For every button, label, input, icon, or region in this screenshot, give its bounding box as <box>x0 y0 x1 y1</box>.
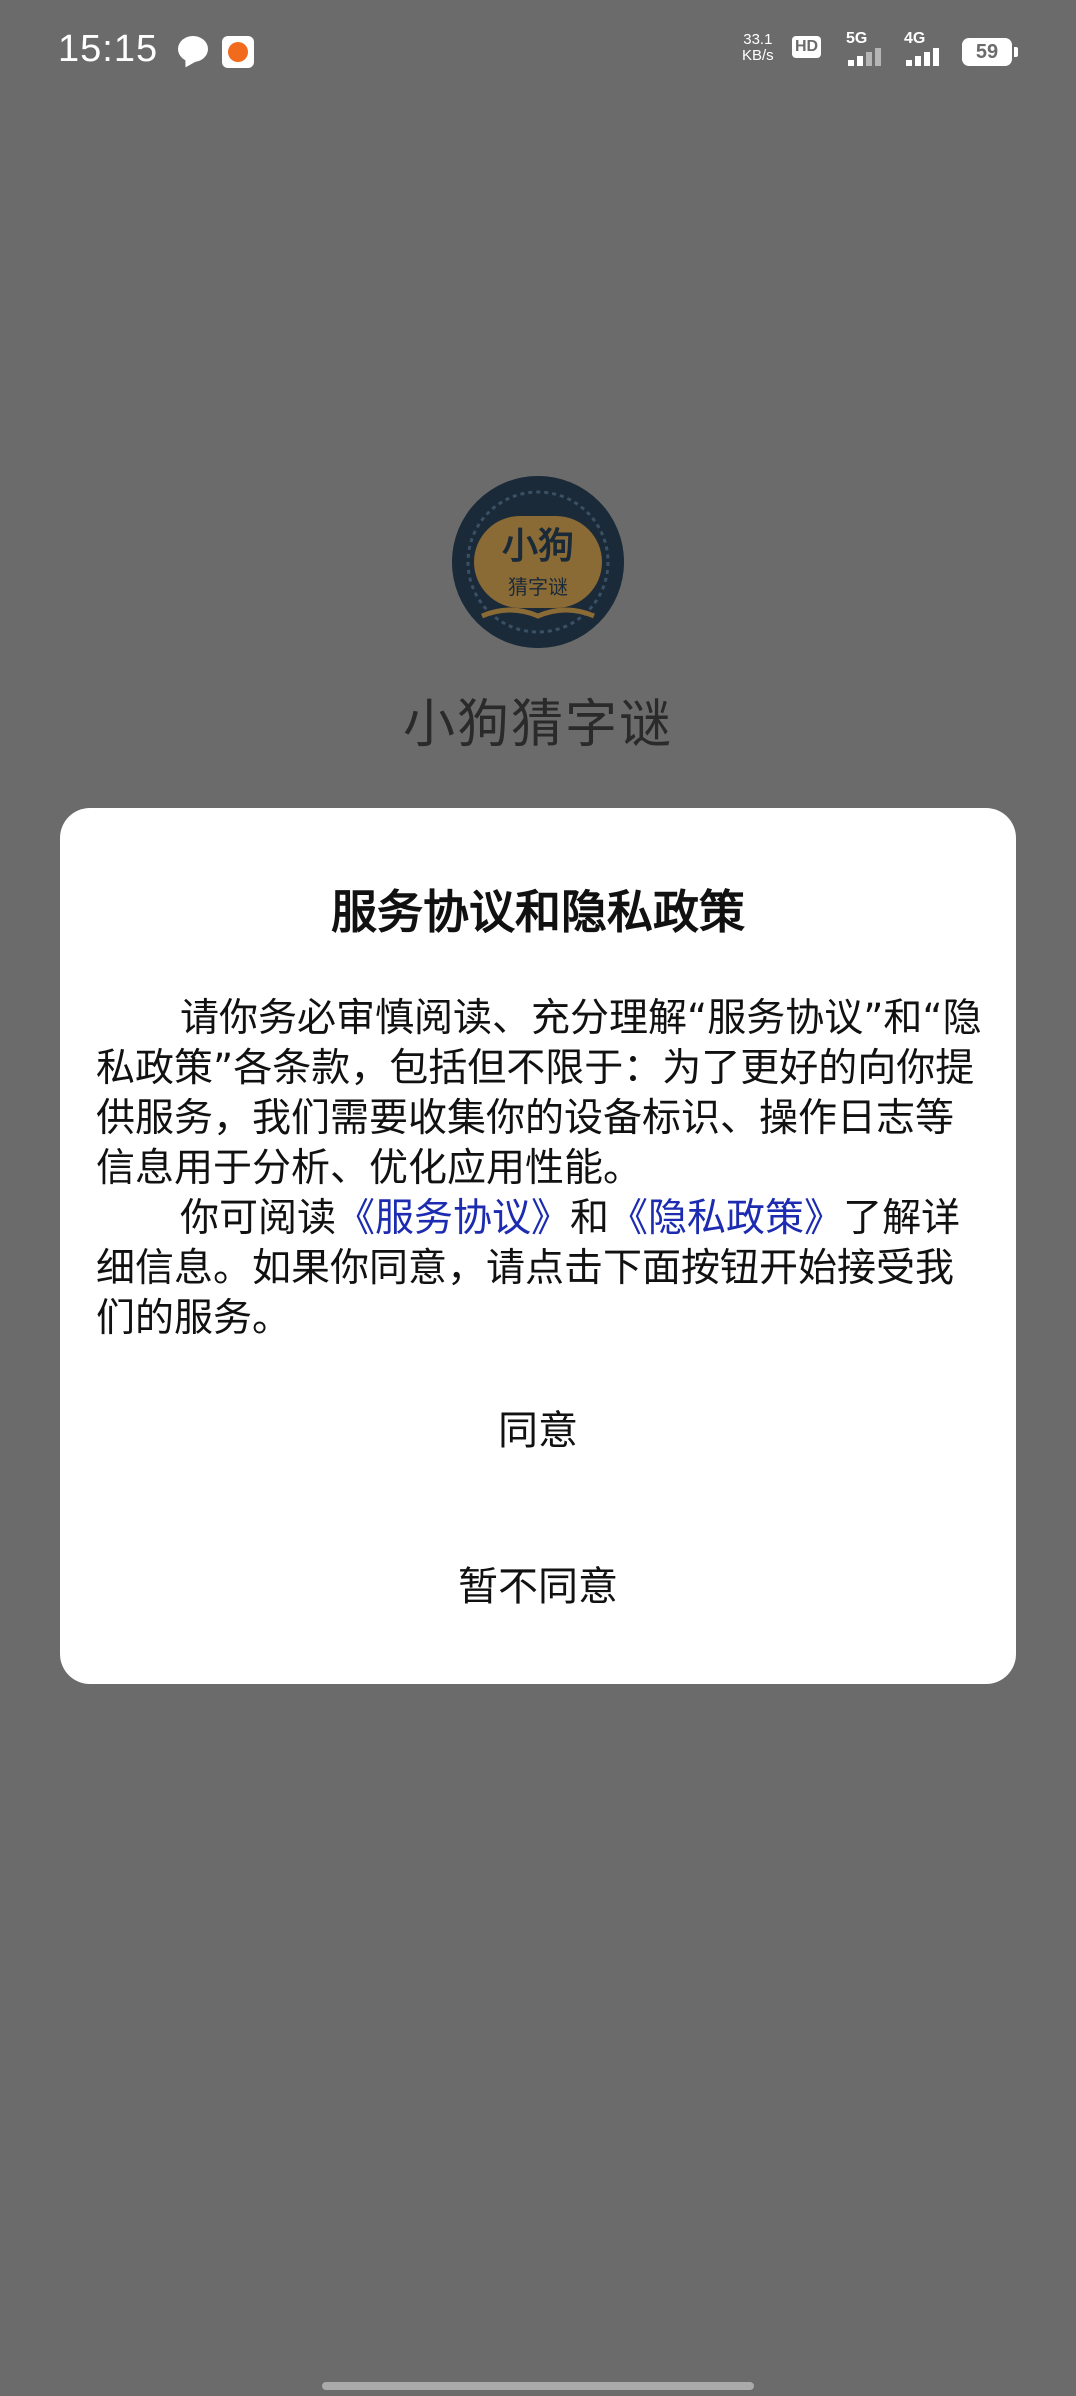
service-agreement-link[interactable]: 《服务协议》 <box>336 1196 570 1241</box>
app-name: 小狗猜字谜 <box>402 695 673 755</box>
network-speed-unit: KB/s <box>742 47 774 64</box>
logo-text-bottom: 猜字谜 <box>508 575 568 599</box>
status-time: 15:15 <box>58 28 159 70</box>
app-notification-icon <box>222 36 254 68</box>
screen: 15:15 33.1 KB/s HD 5G 4G 59 小狗 猜字谜 小狗猜字谜… <box>0 0 1076 2396</box>
logo-text-top: 小狗 <box>502 526 574 567</box>
paragraph-2-prefix: 你可阅读 <box>180 1196 337 1241</box>
agree-button[interactable]: 同意 <box>60 1376 1016 1486</box>
hd-icon: HD <box>792 36 822 58</box>
network-speed-value: 33.1 <box>743 31 773 48</box>
disagree-button[interactable]: 暂不同意 <box>60 1532 1016 1642</box>
dialog-paragraph-1: 请你务必审慎阅读、充分理解“服务协议”和“隐私政策”各条款，包括但不限于：为了更… <box>96 996 982 1191</box>
app-logo-graphic: 小狗 猜字谜 <box>452 476 624 648</box>
network-speed: 33.1 KB/s <box>742 32 774 64</box>
chat-notification-icon <box>178 36 208 62</box>
signal-icon <box>848 44 888 66</box>
privacy-policy-link[interactable]: 《隐私政策》 <box>609 1196 843 1241</box>
signal-icon <box>906 44 946 66</box>
dialog-paragraph-2: 你可阅读《服务协议》和《隐私政策》了解详细信息。如果你同意，请点击下面按钮开始接… <box>96 1194 984 1344</box>
app-logo: 小狗 猜字谜 <box>452 476 624 648</box>
battery-icon: 59 <box>962 38 1018 66</box>
privacy-dialog: 服务协议和隐私政策 请你务必审慎阅读、充分理解“服务协议”和“隐私政策”各条款，… <box>60 808 1016 1684</box>
navigation-handle[interactable] <box>322 2382 754 2390</box>
status-bar: 15:15 33.1 KB/s HD 5G 4G 59 <box>0 0 1076 100</box>
dialog-title: 服务协议和隐私政策 <box>331 885 745 939</box>
paragraph-2-and: 和 <box>570 1196 610 1241</box>
dialog-body: 请你务必审慎阅读、充分理解“服务协议”和“隐私政策”各条款，包括但不限于：为了更… <box>96 994 984 1344</box>
